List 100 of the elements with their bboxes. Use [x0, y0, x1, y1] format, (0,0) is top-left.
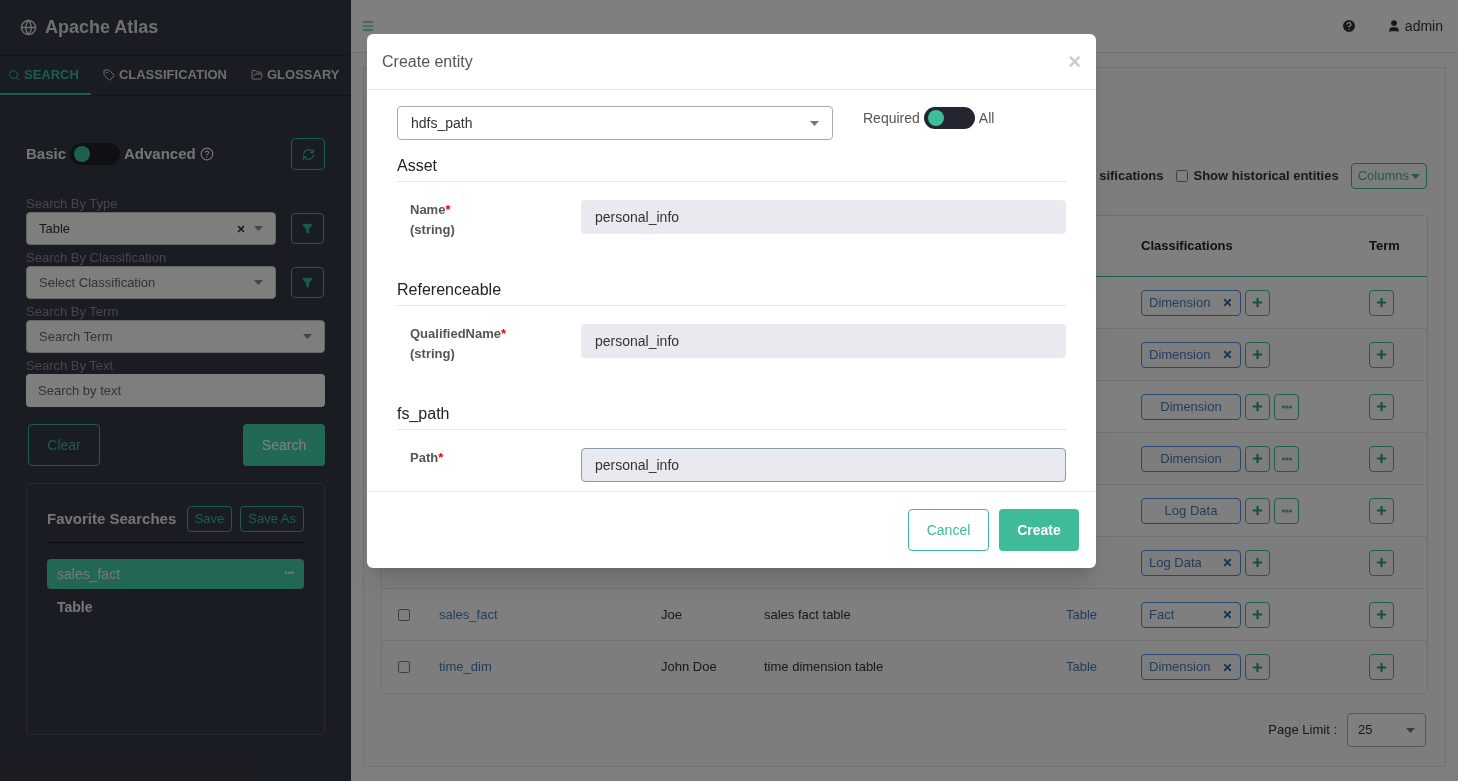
remove-icon[interactable]: [1222, 297, 1233, 308]
text-field[interactable]: personal_info: [581, 200, 1066, 234]
entity-type-select[interactable]: hdfs_path: [397, 106, 833, 140]
add-button[interactable]: [1245, 549, 1270, 576]
toolbar-label: sifications: [1099, 167, 1164, 186]
add-button[interactable]: [1245, 654, 1270, 680]
classification-tag[interactable]: Dimension: [1141, 289, 1241, 316]
type-link[interactable]: Table: [1066, 659, 1098, 675]
user-icon[interactable]: [1386, 19, 1401, 33]
favorite-item[interactable]: sales_fact •••: [47, 559, 304, 589]
remove-icon[interactable]: [1222, 609, 1233, 620]
description-cell: sales fact table: [764, 606, 851, 622]
tag-label: Dimension: [1160, 449, 1222, 468]
add-term-button[interactable]: [1369, 654, 1394, 680]
add-term-button[interactable]: [1369, 289, 1394, 316]
field-label: Name*: [410, 201, 452, 219]
classification-tag[interactable]: Fact: [1141, 601, 1241, 628]
search-button[interactable]: Search: [243, 424, 325, 466]
favorite-name: Table: [57, 597, 93, 617]
add-term-button[interactable]: [1369, 393, 1394, 420]
sidebar-tab[interactable]: SEARCH: [0, 56, 91, 95]
add-button[interactable]: [1245, 601, 1270, 628]
sidebar-tab[interactable]: CLASSIFICATION: [90, 56, 239, 95]
classification-tag[interactable]: Log Data: [1141, 497, 1241, 524]
clear-icon[interactable]: [236, 223, 246, 234]
required-toggle[interactable]: [923, 107, 975, 129]
add-button[interactable]: [1245, 341, 1270, 368]
more-button[interactable]: [1274, 445, 1299, 472]
more-button[interactable]: [1274, 497, 1299, 524]
classification-tag[interactable]: Dimension: [1141, 654, 1241, 680]
save-button[interactable]: Save As: [240, 506, 304, 532]
row-checkbox[interactable]: [398, 661, 410, 673]
type-link[interactable]: Table: [1066, 606, 1098, 622]
entity-link[interactable]: time_dim: [439, 659, 492, 675]
text-field[interactable]: personal_info: [581, 324, 1066, 358]
plus-icon: [1251, 296, 1264, 309]
add-term-button[interactable]: [1369, 341, 1394, 368]
plus-icon: [1251, 660, 1264, 674]
app-logo[interactable]: Apache Atlas: [45, 14, 159, 41]
plus-icon: [1375, 400, 1388, 413]
close-button[interactable]: ×: [1068, 50, 1081, 73]
cancel-button[interactable]: Cancel: [908, 509, 989, 551]
filter-button[interactable]: [291, 267, 324, 298]
plus-icon: [1251, 348, 1264, 361]
tag-label: Dimension: [1149, 658, 1211, 677]
plus-icon: [1251, 452, 1264, 465]
add-button[interactable]: [1245, 445, 1270, 472]
filter-button[interactable]: [291, 213, 324, 244]
help-icon[interactable]: [199, 147, 214, 161]
add-term-button[interactable]: [1369, 549, 1394, 576]
select-field[interactable]: Select Classification: [26, 266, 276, 299]
tag-label: Log Data: [1149, 553, 1202, 572]
select-placeholder: Select Classification: [39, 273, 156, 292]
select-field[interactable]: Search Term: [26, 320, 325, 353]
section-title: Asset: [397, 157, 437, 174]
add-button[interactable]: [1245, 497, 1270, 524]
option-label: Show historical entities: [1193, 167, 1339, 186]
folder-icon: [251, 68, 263, 81]
caret-icon: [303, 334, 312, 339]
add-term-button[interactable]: [1369, 601, 1394, 628]
select-value: hdfs_path: [411, 113, 473, 133]
caret-icon: [1411, 173, 1420, 179]
user-name[interactable]: admin: [1404, 15, 1443, 37]
row-checkbox[interactable]: [398, 608, 410, 621]
more-menu[interactable]: •••: [284, 567, 294, 581]
text-field[interactable]: personal_info: [581, 448, 1066, 482]
menu-icon[interactable]: [361, 19, 375, 33]
columns-button[interactable]: Columns: [1350, 163, 1427, 189]
tag-label: Dimension: [1160, 397, 1222, 416]
select-field[interactable]: Table: [26, 212, 276, 245]
clear-button[interactable]: Clear: [28, 424, 100, 466]
page-limit-select[interactable]: 25: [1347, 713, 1426, 747]
entity-link[interactable]: sales_fact: [439, 606, 498, 622]
plus-icon: [1375, 504, 1388, 517]
classification-tag[interactable]: Dimension: [1141, 341, 1241, 368]
checkbox[interactable]: [1175, 170, 1188, 182]
classification-tag[interactable]: Log Data: [1141, 549, 1241, 576]
remove-icon[interactable]: [1222, 349, 1233, 360]
sidebar-tab[interactable]: GLOSSARY: [239, 56, 352, 95]
remove-icon[interactable]: [1222, 661, 1233, 673]
plus-icon: [1375, 660, 1388, 674]
caret-icon: [254, 280, 263, 285]
mode-toggle[interactable]: [70, 143, 121, 165]
toggle-label: Required: [863, 108, 920, 128]
save-button[interactable]: Save: [186, 506, 233, 532]
refresh-icon: [301, 147, 315, 161]
owner-cell: Joe: [661, 606, 682, 622]
remove-icon[interactable]: [1222, 557, 1233, 568]
favorite-item[interactable]: Table: [47, 592, 304, 622]
add-term-button[interactable]: [1369, 445, 1394, 472]
refresh-button[interactable]: [291, 138, 325, 170]
search-text-field[interactable]: Search by text: [26, 374, 325, 407]
classification-tag[interactable]: Dimension: [1141, 393, 1241, 420]
add-button[interactable]: [1245, 289, 1270, 316]
classification-tag[interactable]: Dimension: [1141, 445, 1241, 472]
create-button[interactable]: Create: [999, 509, 1079, 551]
add-term-button[interactable]: [1369, 497, 1394, 524]
filter-icon: [302, 277, 313, 288]
add-button[interactable]: [1245, 393, 1270, 420]
more-button[interactable]: [1274, 393, 1299, 420]
